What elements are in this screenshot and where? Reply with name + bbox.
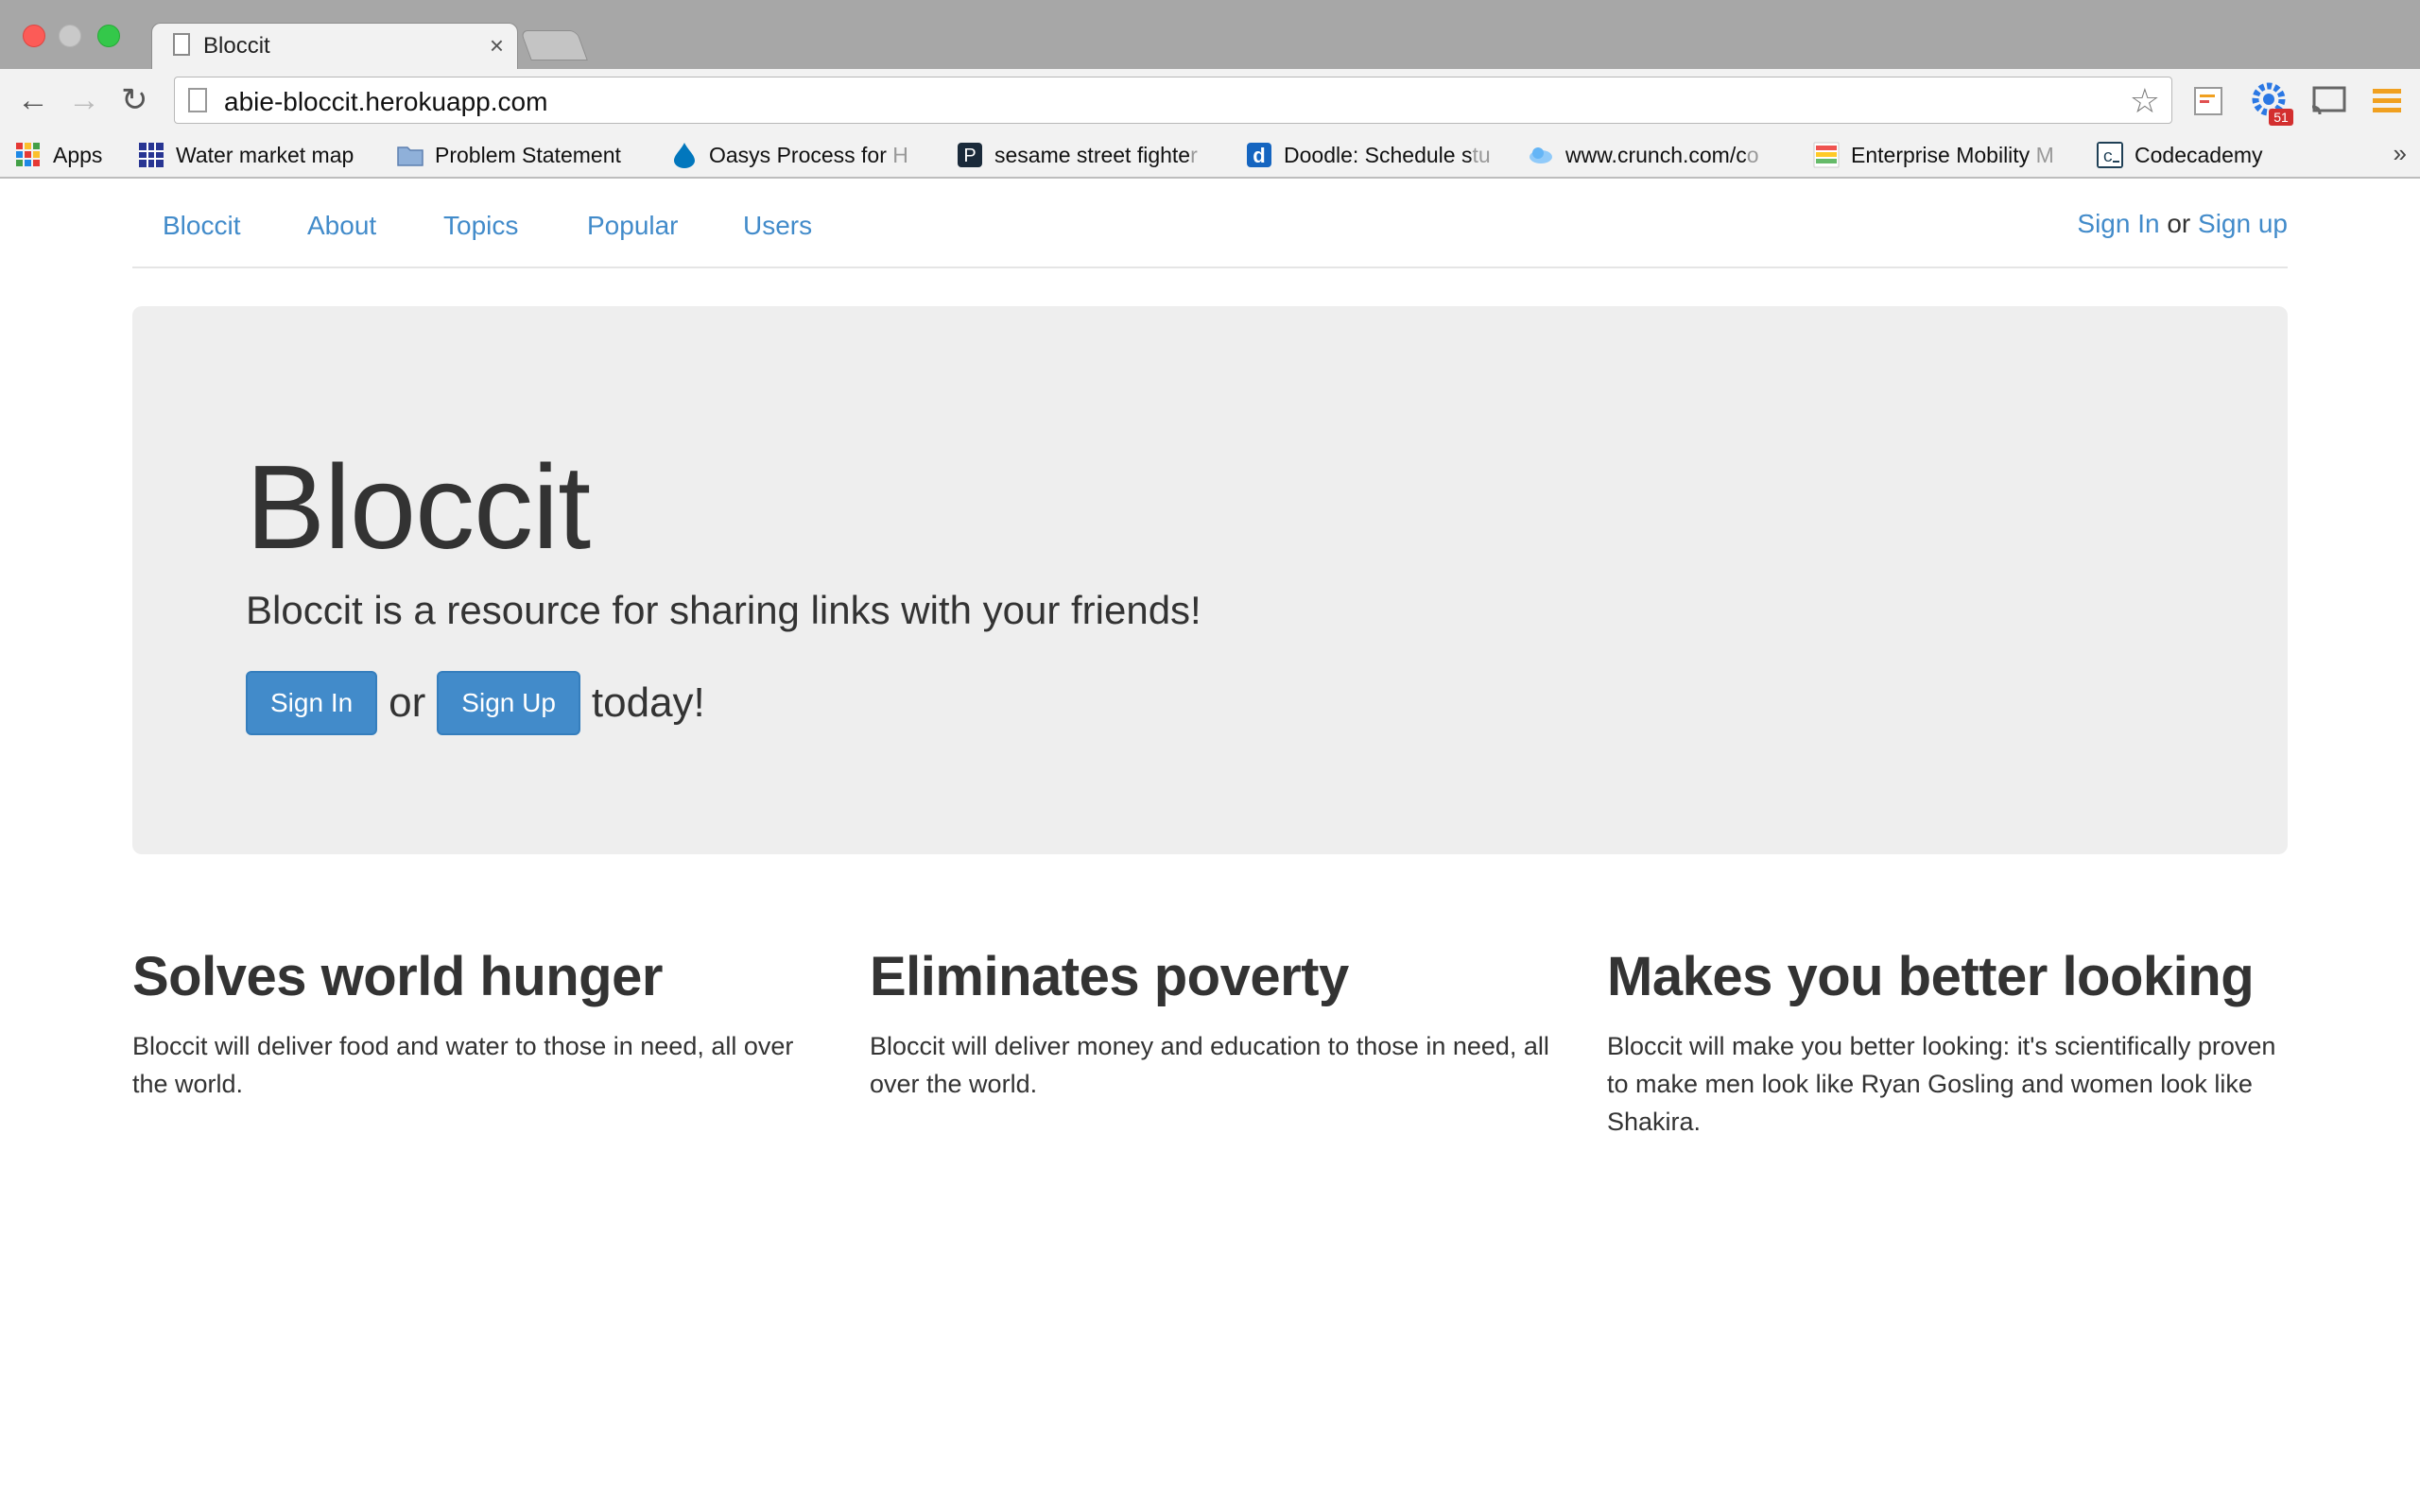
browser-tab-active[interactable]: Bloccit × [151, 23, 518, 69]
page-icon [173, 33, 190, 56]
auth-or-text: or [2167, 209, 2191, 238]
hero-title: Bloccit [246, 440, 591, 574]
hero-lead: Bloccit is a resource for sharing links … [246, 588, 1201, 632]
nav-link-topics[interactable]: Topics [443, 211, 518, 241]
folder-icon [397, 146, 424, 166]
bookmark-label: Oasys Process for H [709, 142, 908, 167]
bookmark-enterprise-mobility[interactable]: Enterprise Mobility M [1813, 139, 2080, 171]
feature-body: Bloccit will make you better looking: it… [1607, 1032, 2276, 1136]
hero-jumbotron: Bloccit Bloccit is a resource for sharin… [132, 306, 2288, 854]
hero-today-text: today! [591, 679, 705, 726]
new-tab-button[interactable] [520, 30, 588, 60]
feature-column: Makes you better looking Bloccit will ma… [1607, 945, 2288, 1141]
water-drop-icon [674, 143, 695, 168]
hero-sign-in-button[interactable]: Sign In [246, 671, 378, 735]
bookmark-sesame-street[interactable]: P sesame street fighter [957, 139, 1218, 171]
bookmark-label: Enterprise Mobility M [1851, 142, 2054, 167]
forward-arrow-icon[interactable]: → [68, 84, 100, 116]
enterprise-mobility-icon [1813, 142, 1840, 168]
bookmark-label: Codecademy [2135, 142, 2263, 167]
feature-body: Bloccit will deliver food and water to t… [132, 1032, 794, 1098]
bookmark-problem-statement[interactable]: Problem Statement [397, 139, 621, 171]
bookmark-label: Problem Statement [435, 142, 621, 167]
doodle-icon: d [1247, 143, 1271, 167]
bookmark-crunch[interactable]: www.crunch.com/co [1528, 139, 1785, 171]
close-tab-icon[interactable]: × [490, 31, 504, 60]
extension-gear-icon[interactable]: 51 [2248, 80, 2295, 128]
bookmark-label: www.crunch.com/co [1565, 142, 1759, 167]
nav-link-popular[interactable]: Popular [587, 211, 679, 241]
bookmark-codecademy[interactable]: c Codecademy [2097, 139, 2263, 171]
address-bar[interactable]: abie-bloccit.herokuapp.com ☆ [174, 77, 2172, 124]
svg-text:P: P [963, 146, 976, 166]
bookmark-label: sesame street fighter [994, 142, 1198, 167]
tab-title: Bloccit [203, 33, 270, 59]
bookmarks-bar: Apps Water market map Problem Statement … [0, 131, 2420, 179]
bookmark-label: Doodle: Schedule stu [1284, 142, 1491, 167]
url-text: abie-bloccit.herokuapp.com [224, 87, 548, 116]
header-sign-in-link[interactable]: Sign In [2077, 209, 2159, 238]
bookmark-label: Apps [53, 142, 103, 167]
p-logo-icon: P [958, 143, 982, 167]
back-arrow-icon[interactable]: ← [17, 84, 49, 116]
feature-title: Makes you better looking [1607, 946, 2255, 1007]
apps-grid-icon [16, 143, 40, 166]
minimize-window-button[interactable] [59, 25, 81, 47]
extension-notes-icon[interactable] [2193, 86, 2223, 116]
reload-icon[interactable]: ↻ [121, 84, 148, 116]
browser-toolbar: ← → ↻ abie-bloccit.herokuapp.com ☆ 51 [0, 69, 2420, 131]
browser-tabstrip: Bloccit × [0, 0, 2420, 69]
nav-link-bloccit[interactable]: Bloccit [163, 211, 240, 241]
header-sign-up-link[interactable]: Sign up [2198, 209, 2288, 238]
menu-icon[interactable] [2371, 86, 2403, 116]
site-navbar: Bloccit About Topics Popular Users Sign … [132, 179, 2288, 268]
feature-column: Solves world hunger Bloccit will deliver… [132, 945, 813, 1103]
hero-cta: Sign In or Sign Up today! [246, 671, 705, 735]
cast-icon[interactable] [2310, 86, 2348, 116]
grid-table-icon [139, 143, 164, 167]
bookmarks-overflow-icon[interactable]: » [2394, 139, 2407, 168]
nav-link-about[interactable]: About [307, 211, 376, 241]
svg-text:d: d [1253, 144, 1265, 167]
bookmark-label: Water market map [176, 142, 354, 167]
extension-badge: 51 [2273, 110, 2289, 125]
hero-or-text: or [389, 679, 426, 726]
bookmark-oasys-process[interactable]: Oasys Process for H [671, 139, 926, 171]
bookmark-apps[interactable]: Apps [15, 139, 102, 171]
zoom-window-button[interactable] [97, 25, 120, 47]
close-window-button[interactable] [23, 25, 45, 47]
auth-links: Sign In or Sign up [2077, 209, 2288, 239]
bookmark-doodle[interactable]: d Doodle: Schedule stu [1246, 139, 1501, 171]
feature-body: Bloccit will deliver money and education… [870, 1032, 1549, 1098]
svg-text:c: c [2103, 148, 2114, 167]
feature-title: Eliminates poverty [870, 946, 1349, 1007]
cloud-icon [1530, 147, 1552, 163]
feature-column: Eliminates poverty Bloccit will deliver … [870, 945, 1550, 1103]
hero-sign-up-button[interactable]: Sign Up [437, 671, 580, 735]
page-icon [188, 88, 207, 112]
nav-link-users[interactable]: Users [743, 211, 812, 241]
feature-title: Solves world hunger [132, 946, 663, 1007]
bookmark-water-market-map[interactable]: Water market map [138, 139, 354, 171]
bookmark-star-icon[interactable]: ☆ [2130, 81, 2160, 121]
codecademy-icon: c [2097, 142, 2123, 168]
